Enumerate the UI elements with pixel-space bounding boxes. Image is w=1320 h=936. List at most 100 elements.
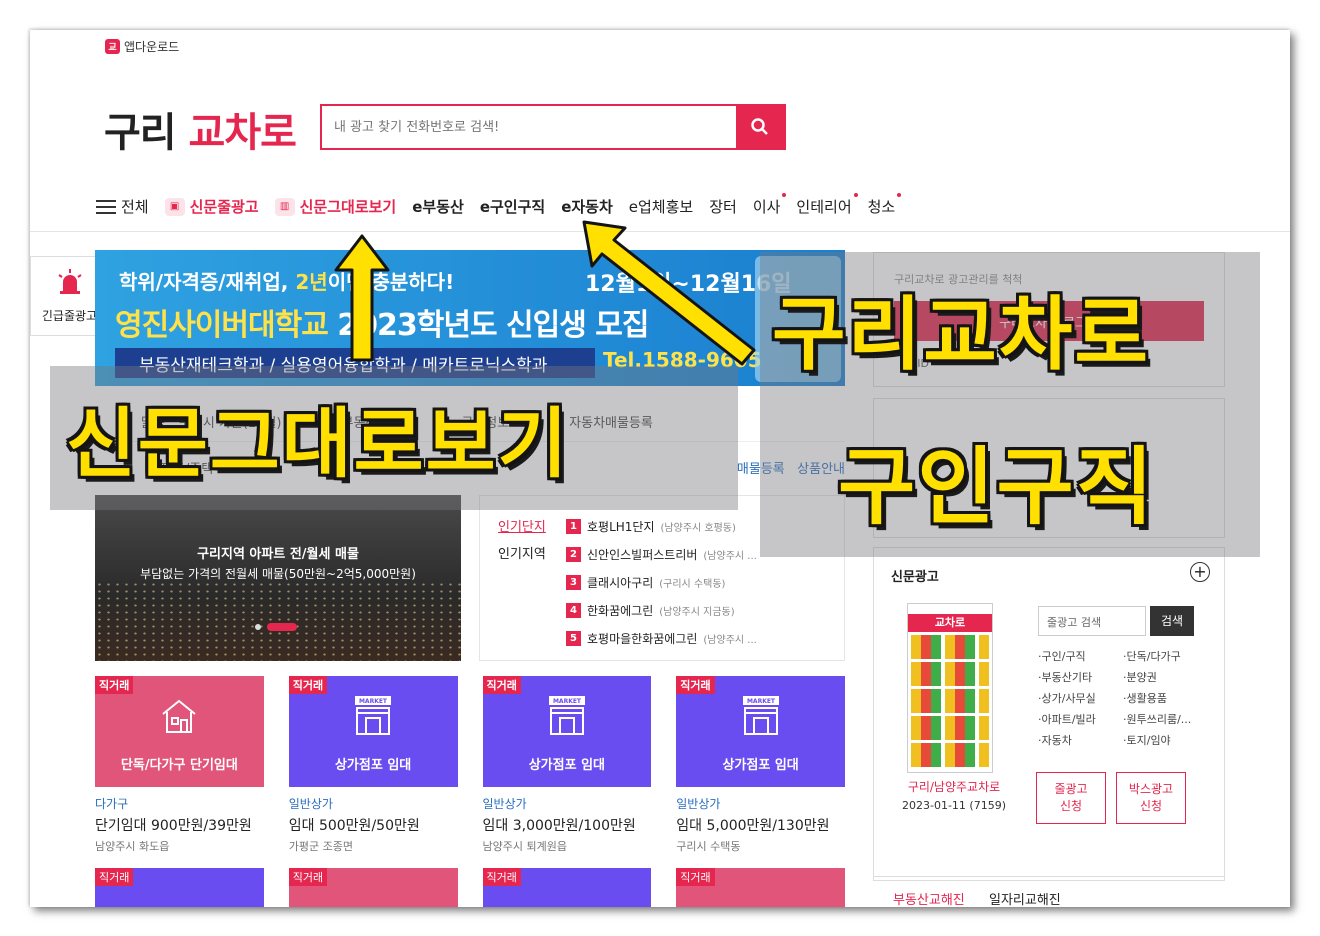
nav-item-cleaning[interactable]: 청소 (867, 193, 901, 217)
category-link[interactable]: ·자동차 (1038, 732, 1123, 748)
logo-part2: 교차로 (188, 110, 297, 156)
overlay-text-site-name: 구리교차로 (772, 288, 1150, 381)
nav-label: e자동차 (561, 198, 613, 216)
bottom-tabs: 부동산교해진 일자리교해진 (873, 876, 1225, 907)
search-button[interactable] (736, 106, 784, 148)
classified-search-input[interactable]: 줄광고 검색 (1038, 606, 1146, 636)
nav-item-business[interactable]: e업체홍보 (629, 196, 693, 217)
nav-item-jobs[interactable]: e구인구직 (480, 196, 545, 217)
card-location: 가평군 조종면 (288, 840, 353, 853)
box-ad-apply-button[interactable]: 박스광고 신청 (1116, 772, 1186, 824)
main-nav: 전체 ▣ 신문줄광고 ▥ 신문그대로보기 e부동산 e구인구직 e자동차 e업체… (96, 193, 901, 217)
nav-label: 청소 (867, 198, 896, 216)
nav-divider (30, 231, 1290, 232)
list-item[interactable]: 4 한화꿈에그린 (남양주시 지금동) (566, 596, 757, 624)
nav-item-newspaper-ads[interactable]: ▣ 신문줄광고 (164, 196, 259, 217)
category-link[interactable]: ·분양권 (1123, 669, 1208, 685)
direct-deal-badge: 직거래 (95, 868, 134, 886)
listing-card[interactable]: 직거래 (482, 868, 652, 907)
market-icon: MARKET (355, 696, 392, 735)
category-link[interactable]: ·토지/임야 (1123, 732, 1208, 748)
direct-deal-badge: 직거래 (95, 676, 134, 694)
app-download-link[interactable]: 교 앱다운로드 (105, 38, 179, 55)
newspaper-icon: ▣ (164, 197, 185, 216)
tab-popular-region[interactable]: 인기지역 (498, 541, 546, 568)
card-category: 일반상가 (288, 797, 333, 811)
book-icon: ▥ (274, 197, 295, 216)
listing-card[interactable]: 직거래 MARKET 상가점포 임대 일반상가 임대 5,000만원/130만원… (676, 676, 845, 854)
card-category: 일반상가 (482, 797, 527, 811)
logo-part1: 구리 (104, 110, 177, 156)
list-item[interactable]: 2 신안인스빌퍼스트리버 (남양주시 ... (566, 540, 757, 568)
listing-card[interactable]: 직거래 MARKET 상가점포 임대 일반상가 임대 500만원/50만원 가평… (288, 676, 458, 854)
direct-deal-badge: 직거래 (288, 676, 328, 694)
nav-item-interior[interactable]: 인테리어 (796, 193, 858, 217)
category-link[interactable]: ·아파트/빌라 (1038, 711, 1123, 727)
listing-card[interactable]: 직거래 단독/다가구 단기임대 다가구 단기임대 900만원/39만원 남양주시… (95, 676, 264, 854)
card-image: 직거래 MARKET 상가점포 임대 (482, 676, 652, 787)
newspaper-caption[interactable]: 구리/남양주교차로 (894, 778, 1014, 795)
newspaper-thumbnail[interactable]: 교차로 (907, 603, 993, 773)
nav-item-realestate[interactable]: e부동산 (412, 196, 464, 217)
svg-text:MARKET: MARKET (553, 698, 582, 705)
nav-item-moving[interactable]: 이사 (752, 193, 786, 217)
card-price: 임대 5,000만원/130만원 (676, 818, 830, 834)
category-link[interactable]: ·부동산기타 (1038, 669, 1123, 685)
banner-line2: 영진사이버대학교 2023학년도 신입생 모집 (115, 308, 649, 343)
category-link[interactable]: ·구인/구직 (1038, 648, 1123, 664)
featured-photo[interactable]: 구리지역 아파트 전/월세 매물 부담없는 가격의 전월세 매물(50만원~2억… (95, 495, 461, 661)
category-link[interactable]: ·원투쓰리룸/... (1123, 711, 1208, 727)
classified-apply-button[interactable]: 줄광고 신청 (1036, 772, 1106, 824)
photo-title: 구리지역 아파트 전/월세 매물 (197, 547, 359, 562)
list-item[interactable]: 3 클래시아구리 (구리시 수택동) (566, 568, 757, 596)
urgent-label: 긴급줄광고 (41, 309, 98, 323)
house-icon (162, 699, 197, 733)
hamburger-icon (96, 199, 116, 214)
classified-search-button[interactable]: 검색 (1150, 606, 1194, 636)
nav-label: e업체홍보 (628, 198, 694, 216)
popular-list: 1 호평LH1단지 (남양주시 호평동) 2 신안인스빌퍼스트리버 (남양주시 ... … (566, 512, 757, 652)
direct-deal-badge: 직거래 (288, 868, 328, 886)
listing-cards: 직거래 단독/다가구 단기임대 다가구 단기임대 900만원/39만원 남양주시… (95, 676, 845, 854)
card-title: 단독/다가구 단기임대 (120, 758, 238, 773)
listing-cards-row2: 직거래 직거래 직거래 직거래 (95, 868, 845, 907)
city-lights (95, 581, 461, 661)
carousel-dots[interactable] (255, 623, 297, 631)
tab-realestate-solution[interactable]: 부동산교해진 (893, 889, 965, 907)
list-item[interactable]: 5 호평마을한화꿈에그린 (남양주시 ... (566, 624, 757, 652)
nav-label: 인테리어 (796, 198, 852, 216)
listing-card[interactable]: 직거래 (95, 868, 264, 907)
category-list: ·구인/구직 ·단독/다가구 ·부동산기타 ·분양권 ·상가/사무실 ·생활용품… (1038, 648, 1208, 748)
nav-label: 장터 (709, 198, 737, 216)
list-item[interactable]: 1 호평LH1단지 (남양주시 호평동) (566, 512, 757, 540)
listing-card[interactable]: 직거래 MARKET 상가점포 임대 일반상가 임대 3,000만원/100만원… (482, 676, 652, 854)
direct-deal-badge: 직거래 (676, 868, 715, 886)
photo-subtitle: 부담없는 가격의 전월세 매물(50만원~2억5,000만원) (140, 567, 416, 581)
direct-deal-badge: 직거래 (482, 676, 521, 694)
nav-item-newspaper-view[interactable]: ▥ 신문그대로보기 (274, 196, 397, 217)
nav-item-market[interactable]: 장터 (709, 196, 737, 217)
nav-label: 이사 (752, 198, 781, 216)
nav-label: 신문그대로보기 (299, 198, 397, 216)
tab-job-solution[interactable]: 일자리교해진 (989, 889, 1061, 907)
tab-popular-complex[interactable]: 인기단지 (498, 514, 546, 541)
market-icon: MARKET (548, 696, 585, 735)
card-image: 직거래 단독/다가구 단기임대 (95, 676, 264, 787)
direct-deal-badge: 직거래 (482, 868, 521, 886)
newspaper-panel: 신문광고 + 교차로 구리/남양주교차로 2023-01-11 (7159) 줄… (873, 547, 1225, 881)
site-logo[interactable]: 구리 교차로 (104, 100, 297, 158)
nav-label: 신문줄광고 (189, 198, 259, 216)
nav-all[interactable]: 전체 (96, 196, 149, 217)
listing-card[interactable]: 직거래 (288, 868, 458, 907)
direct-deal-badge: 직거래 (676, 676, 715, 694)
category-link[interactable]: ·생활용품 (1123, 690, 1208, 706)
app-download-label: 앱다운로드 (124, 40, 180, 54)
listing-card[interactable]: 직거래 (676, 868, 845, 907)
search-input[interactable] (322, 106, 736, 148)
category-link[interactable]: ·상가/사무실 (1038, 690, 1123, 706)
nav-item-cars[interactable]: e자동차 (561, 196, 613, 217)
plus-icon[interactable]: + (1190, 562, 1210, 582)
news-header: 신문광고 (891, 570, 939, 585)
card-location: 남양주시 화도읍 (95, 840, 170, 853)
category-link[interactable]: ·단독/다가구 (1123, 648, 1208, 664)
